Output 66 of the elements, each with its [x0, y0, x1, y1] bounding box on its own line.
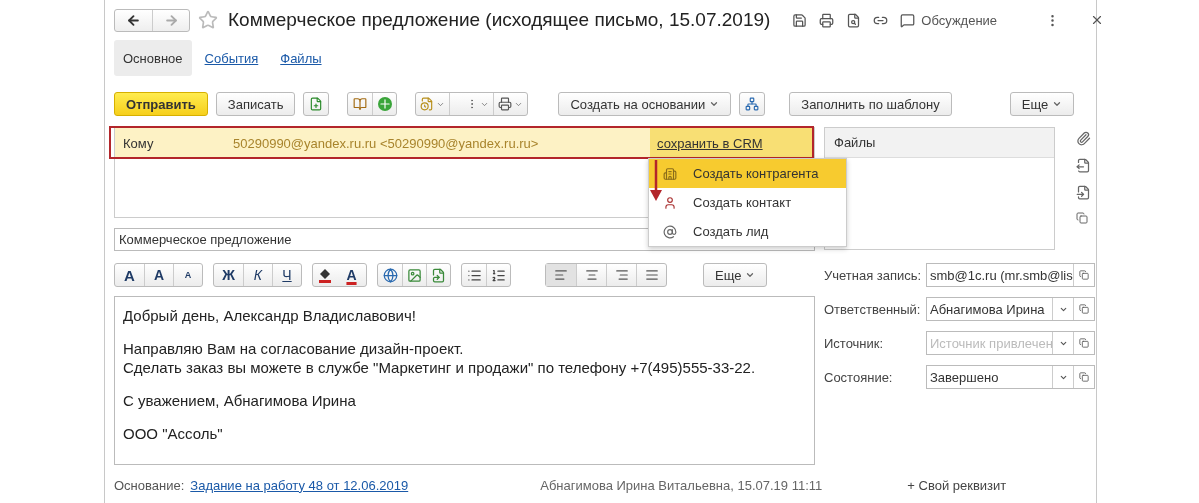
menu-item[interactable]: Создать контакт — [649, 188, 846, 217]
file-import-icon — [1076, 185, 1091, 200]
align-icon — [614, 268, 629, 282]
select-field[interactable]: Абнагимова Ирина — [926, 297, 1095, 321]
recipient-row[interactable]: Кому 50290990@yandex.ru.ru <50290990@yandex.ru.ru> сохранить в CRM — [115, 128, 814, 158]
at-sign-icon — [663, 224, 677, 239]
align-icon — [644, 268, 659, 282]
body-paragraph: Добрый день, Александр Владиславович! — [123, 306, 417, 325]
align-button[interactable] — [546, 264, 576, 286]
file-export-icon — [1076, 158, 1091, 173]
input-field[interactable]: smb@1c.ru (mr.smb@lis — [926, 263, 1095, 287]
basis-link[interactable]: Задание на работу 48 от 12.06.2019 — [190, 477, 409, 493]
save-to-crm-link[interactable]: сохранить в CRM — [650, 128, 814, 158]
send-button[interactable]: Отправить — [114, 92, 208, 116]
body-paragraph: С уважением, Абнагимова Ирина — [123, 391, 357, 410]
body-paragraph: ООО "Ассоль" — [123, 424, 224, 443]
recipient-label: Кому — [122, 135, 155, 151]
discussion-button[interactable]: Обсуждение — [900, 12, 998, 28]
tab[interactable]: Файлы — [271, 40, 331, 76]
select-field[interactable]: Завершено — [926, 365, 1095, 389]
more-button[interactable]: Еще — [703, 263, 768, 287]
author-info: Абнагимова Ирина Витальевна, 15.07.19 11:11 — [540, 477, 823, 493]
menu-item[interactable]: Создать лид — [649, 217, 846, 246]
align-icon — [554, 268, 568, 282]
font-size-button[interactable]: A — [144, 264, 173, 286]
text-style-button[interactable]: Ж — [214, 264, 243, 286]
menu-item-label: Создать контакт — [693, 195, 792, 210]
caret-icon — [745, 270, 756, 280]
font-size-button[interactable]: A — [115, 264, 144, 286]
body-paragraph: Направляю Вам на согласование дизайн-проект. Сделать заказ вы можете в службе "Маркетинг и продажи" по телефону +7(495)555-33-22. — [123, 339, 757, 377]
text-style-button[interactable]: Ч — [272, 264, 301, 286]
field-label: Учетная запись: — [824, 267, 923, 283]
recipient-address: 50290990@yandex.ru.ru <50290990@yandex.ru.ru> — [233, 135, 540, 151]
toolbar-button[interactable]: Еще — [1009, 92, 1075, 116]
building-icon — [663, 166, 677, 181]
window-icon — [1076, 212, 1088, 224]
arrow-left-icon — [126, 12, 141, 28]
save-icon[interactable] — [792, 12, 808, 28]
toolbar-button[interactable]: Создать на основании — [558, 92, 732, 116]
menu-item[interactable]: Создать контрагента — [649, 159, 846, 188]
tab[interactable]: События — [195, 40, 268, 76]
font-size-button[interactable]: A — [173, 264, 202, 286]
caret-icon — [709, 99, 720, 109]
window-title: Коммерческое предложение (исходящее письмо, 15.07.2019) — [228, 9, 771, 31]
paperclip-icon — [1076, 131, 1091, 146]
files-title: Файлы — [834, 135, 876, 150]
basis-label: Основание: — [114, 477, 185, 493]
caret-icon — [1052, 99, 1063, 109]
print-icon[interactable] — [819, 12, 835, 28]
message-body[interactable] — [114, 296, 815, 465]
toolbar-button[interactable]: Записать — [215, 92, 296, 116]
favorite-star-icon[interactable] — [198, 10, 218, 30]
search-icon[interactable] — [846, 12, 862, 28]
toolbar-button[interactable]: Заполнить по шаблону — [789, 92, 952, 116]
tab[interactable]: Основное — [114, 40, 192, 76]
field-label: Состояние: — [824, 369, 894, 385]
field-label: Ответственный: — [824, 301, 922, 317]
speech-bubble-icon — [900, 12, 916, 28]
arrow-right-icon — [163, 12, 179, 28]
text-style-button[interactable]: К — [243, 264, 272, 286]
person-icon — [663, 195, 677, 210]
align-icon — [584, 268, 599, 282]
add-attribute-link[interactable]: + Свой реквизит — [907, 477, 1007, 493]
field-label: Источник: — [824, 335, 885, 351]
menu-item-label: Создать контрагента — [693, 166, 819, 181]
pointer-arrow — [649, 160, 663, 202]
